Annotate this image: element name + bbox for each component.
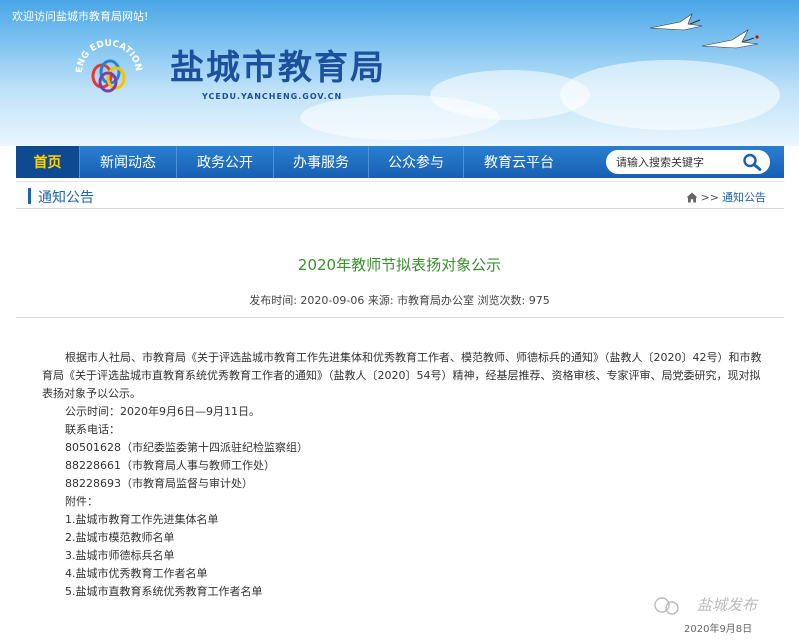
contact-phone: 88228693（市教育局监督与审计处） [65, 477, 253, 490]
article-title: 2020年教师节拟表扬对象公示 [297, 256, 502, 274]
nav-item-government-affairs[interactable]: 政务公开 [177, 146, 274, 178]
search-box [606, 150, 770, 174]
crane-decoration [649, 13, 759, 49]
watermark-date: 2020年9月8日 [684, 624, 753, 635]
section-accent-bar [28, 188, 31, 204]
nav-item-home[interactable]: 首页 [16, 146, 80, 178]
disclosure-period: 公示时间：2020年9月6日—9月11日。 [65, 405, 260, 418]
contact-phone: 88228661（市教育局人事与教师工作处） [65, 459, 275, 472]
search-input[interactable] [616, 155, 736, 169]
nav-item-services[interactable]: 办事服务 [274, 146, 369, 178]
attachment-item[interactable]: 2.盐城市模范教师名单 [65, 529, 755, 547]
welcome-text: 欢迎访问盐城市教育局网站! [12, 10, 149, 23]
contact-phone: 80501628（市纪委监委第十四派驻纪检监察组） [65, 441, 308, 454]
nav-item-education-cloud[interactable]: 教育云平台 [464, 146, 574, 178]
watermark-text: 盐城发布 [697, 596, 758, 614]
breadcrumb: >> 通知公告 [686, 189, 766, 205]
search-icon[interactable] [742, 153, 762, 171]
attachments-label: 附件： [65, 495, 98, 508]
breadcrumb-current-link[interactable]: 通知公告 [722, 189, 766, 205]
cloud-decoration [300, 95, 500, 140]
contact-label: 联系电话： [65, 423, 120, 436]
breadcrumb-separator: >> [700, 190, 719, 204]
site-domain: YCEDU.YANCHENG.GOV.CN [202, 92, 343, 101]
paragraph-line: 表扬对象予以公示。 [42, 387, 141, 400]
cloud-decoration [560, 60, 780, 130]
attachment-item[interactable]: 3.盐城市师德标兵名单 [65, 547, 755, 565]
divider [16, 317, 784, 318]
paragraph-line: 根据市人社局、市教育局《关于评选盐城市教育工作先进集体和优秀教育工作者、模范教师… [65, 351, 762, 364]
site-title: 盐城市教育局 [170, 48, 386, 88]
site-header: 欢迎访问盐城市教育局网站! ENG EDUCATION C 盐城市教育局 YCE… [0, 0, 799, 146]
paragraph-line: 育局《关于评选盐城市直教育系统优秀教育工作者的通知》（盐教人〔2020〕54号）… [42, 369, 761, 382]
section-title: 通知公告 [38, 190, 94, 206]
nav-item-news[interactable]: 新闻动态 [80, 146, 177, 178]
home-icon[interactable] [686, 192, 698, 203]
section-header: 通知公告 >> 通知公告 [16, 181, 784, 209]
attachment-item[interactable]: 4.盐城市优秀教育工作者名单 [65, 565, 755, 583]
nav-item-public-participation[interactable]: 公众参与 [369, 146, 464, 178]
main-nav: 首页 新闻动态 政务公开 办事服务 公众参与 教育云平台 [16, 146, 784, 178]
article-body: 根据市人社局、市教育局《关于评选盐城市教育工作先进集体和优秀教育工作者、模范教师… [42, 349, 762, 601]
education-logo[interactable]: ENG EDUCATION C [67, 27, 148, 112]
attachment-item[interactable]: 1.盐城市教育工作先进集体名单 [65, 511, 755, 529]
article-meta: 发布时间: 2020-09-06 来源: 市教育局办公室 浏览次数: 975 [249, 294, 550, 307]
